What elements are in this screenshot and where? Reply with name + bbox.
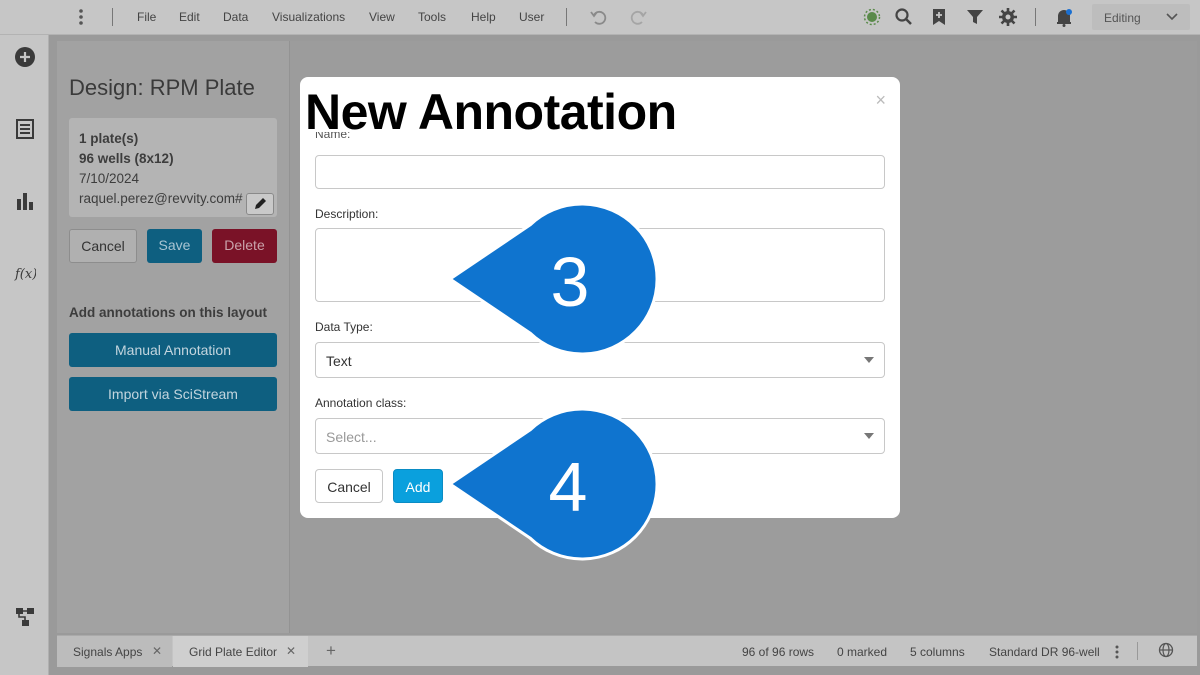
mode-label: Editing [1104,11,1141,25]
more-vertical-icon[interactable] [1113,644,1121,660]
menu-edit[interactable]: Edit [179,10,200,24]
status-divider [1137,642,1138,660]
created-date: 7/10/2024 [79,171,140,186]
tab-grid-plate-editor[interactable]: Grid Plate Editor ✕ [173,636,308,667]
redo-icon[interactable] [628,7,648,27]
pencil-icon [255,198,266,209]
add-tab-button[interactable]: + [326,641,336,661]
annotation-class-placeholder: Select... [326,429,377,445]
data-table-icon[interactable] [14,118,36,140]
annotation-class-label: Annotation class: [315,396,407,410]
annotations-heading: Add annotations on this layout [69,305,267,320]
bookmark-add-icon[interactable] [929,7,949,27]
cancel-button[interactable]: Cancel [69,229,137,263]
more-vertical-icon[interactable] [76,8,86,26]
search-icon[interactable] [894,7,914,27]
undo-icon[interactable] [589,7,609,27]
close-icon[interactable]: ✕ [286,644,296,658]
chevron-down-icon [1166,13,1178,21]
status-bar: Signals Apps ✕ Grid Plate Editor ✕ + 96 … [57,635,1197,667]
bar-chart-icon[interactable] [14,190,36,212]
menu-help[interactable]: Help [471,10,496,24]
menu-data[interactable]: Data [223,10,248,24]
tab-label: Grid Plate Editor [189,645,278,659]
name-label: Name: [315,132,351,141]
data-type-label: Data Type: [315,320,373,334]
step-callout-4: 4 [447,408,659,561]
row-count: 96 of 96 rows [742,645,815,659]
svg-text:f(x): f(x) [14,267,36,282]
globe-icon[interactable] [1158,642,1174,658]
tab-label: Signals Apps [73,645,143,659]
callout-number: 4 [549,448,588,526]
plate-count: 1 plate(s) [79,131,139,146]
edit-button[interactable] [246,193,274,215]
save-button[interactable]: Save [147,229,202,263]
menu-divider [1035,8,1036,26]
menu-file[interactable]: File [137,10,156,24]
menu-bar: File Edit Data Visualizations View Tools… [0,0,1200,35]
menu-divider [566,8,567,26]
menu-view[interactable]: View [369,10,395,24]
name-input[interactable] [315,155,885,189]
data-type-value: Text [326,353,352,369]
close-icon[interactable]: × [875,90,886,111]
dialog-cancel-button[interactable]: Cancel [315,469,383,503]
manual-annotation-button[interactable]: Manual Annotation [69,333,277,367]
workflow-icon[interactable] [14,606,36,628]
description-label: Description: [315,207,379,221]
marked-count: 0 marked [837,645,888,659]
gear-icon[interactable] [998,7,1018,27]
layout-name: Standard DR 96-well [989,645,1100,659]
dialog-title: New Annotation [305,84,677,140]
chevron-down-icon [864,433,874,439]
function-icon[interactable]: f(x) [14,262,36,284]
mode-dropdown[interactable]: Editing [1092,4,1190,30]
import-scistream-button[interactable]: Import via SciStream [69,377,277,411]
menu-tools[interactable]: Tools [418,10,446,24]
close-icon[interactable]: ✕ [152,644,162,658]
design-title: Design: RPM Plate [69,75,255,100]
menu-divider [112,8,113,26]
owner-email: raquel.perez@revvity.com# [79,191,243,206]
step-callout-3: 3 [447,203,659,356]
menu-visualizations[interactable]: Visualizations [272,10,345,24]
column-count: 5 columns [910,645,965,659]
add-circle-icon[interactable] [14,46,36,68]
tab-signals-apps[interactable]: Signals Apps ✕ [57,636,172,667]
well-count: 96 wells (8x12) [79,151,174,166]
sync-status-icon[interactable] [862,7,882,27]
left-rail: f(x) [0,35,49,675]
chevron-down-icon [864,357,874,363]
dialog-add-button[interactable]: Add [393,469,443,503]
callout-number: 3 [551,243,590,321]
filter-icon[interactable] [965,7,985,27]
delete-button[interactable]: Delete [212,229,277,263]
notifications-icon[interactable] [1054,7,1074,27]
menu-user[interactable]: User [519,10,544,24]
